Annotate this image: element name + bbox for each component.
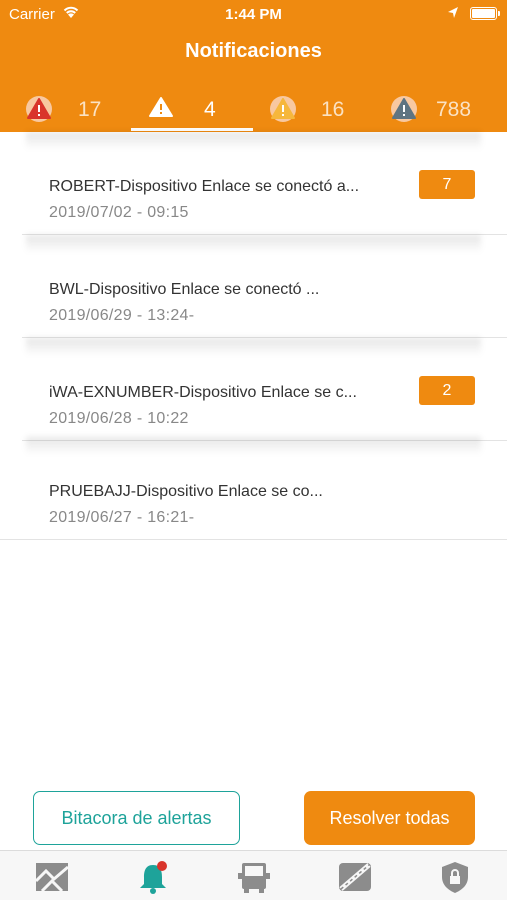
list-item[interactable]: PRUEBAJJ-Dispositivo Enlace se co... 201… <box>0 437 507 540</box>
notification-title: ROBERT-Dispositivo Enlace se conectó a..… <box>49 178 360 195</box>
map-icon[interactable] <box>32 859 72 895</box>
alert-log-button[interactable]: Bitacora de alertas <box>33 791 240 845</box>
tab-critical[interactable]: 17 <box>14 92 136 130</box>
tab-count: 16 <box>321 98 345 121</box>
tab-warning[interactable]: 4 <box>131 92 253 130</box>
notification-dot <box>157 861 167 871</box>
list-item[interactable]: iWA-EXNUMBER-Dispositivo Enlace se c... … <box>0 338 507 441</box>
truck-icon[interactable] <box>234 859 274 895</box>
notification-title: BWL-Dispositivo Enlace se conectó ... <box>49 281 320 298</box>
bottom-tab-bar <box>0 850 507 900</box>
page-title: Notificaciones <box>185 40 322 62</box>
warning-white-icon <box>149 97 173 117</box>
tab-count: 788 <box>436 98 472 121</box>
count-badge: 2 <box>419 376 475 405</box>
list-item[interactable]: ROBERT-Dispositivo Enlace se conectó a..… <box>0 132 507 235</box>
resolve-all-button[interactable]: Resolver todas <box>304 791 475 845</box>
tab-info[interactable]: 788 <box>376 92 498 130</box>
shield-lock-icon[interactable] <box>435 859 475 895</box>
notification-title: iWA-EXNUMBER-Dispositivo Enlace se c... <box>49 384 357 401</box>
active-tab-indicator <box>131 128 253 131</box>
battery-icon <box>470 7 500 20</box>
route-icon[interactable] <box>335 859 375 895</box>
location-arrow-icon <box>448 7 458 18</box>
severity-tabs: 17 4 16 788 <box>0 92 507 132</box>
warning-yellow-icon <box>270 96 296 122</box>
tab-count: 17 <box>78 98 102 121</box>
warning-red-icon <box>26 96 52 122</box>
header: Carrier 1:44 PM Notificaciones 17 4 16 7… <box>0 0 507 132</box>
bell-icon[interactable] <box>133 859 173 895</box>
clock: 1:44 PM <box>225 6 282 23</box>
notification-date: 2019/06/29 - 13:24- <box>49 307 195 324</box>
tab-caution[interactable]: 16 <box>253 92 375 130</box>
list-item[interactable]: BWL-Dispositivo Enlace se conectó ... 20… <box>0 235 507 338</box>
count-badge: 7 <box>419 170 475 199</box>
status-bar: Carrier 1:44 PM <box>0 0 507 30</box>
notification-date: 2019/06/27 - 16:21- <box>49 509 195 526</box>
tab-count: 4 <box>204 98 216 121</box>
notification-date: 2019/07/02 - 09:15 <box>49 204 189 221</box>
warning-gray-icon <box>391 96 417 122</box>
notification-title: PRUEBAJJ-Dispositivo Enlace se co... <box>49 483 323 500</box>
notification-date: 2019/06/28 - 10:22 <box>49 410 189 427</box>
